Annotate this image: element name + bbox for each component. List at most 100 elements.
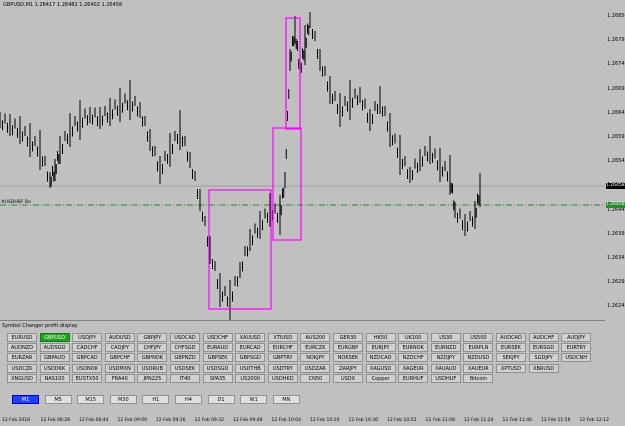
symbol-button-gbpnok[interactable]: GBPNOK (137, 353, 168, 363)
symbol-button-cadchf[interactable]: CADCHF (72, 343, 103, 353)
symbol-button-noksek[interactable]: NOKSEK (333, 353, 363, 363)
candle-chart-svg (0, 12, 605, 320)
symbol-button-zarjpy[interactable]: ZARJPY (333, 363, 363, 373)
symbol-button-gbpsek[interactable]: GBPSEK (202, 353, 233, 363)
symbol-button-usdnok[interactable]: USDNOK (72, 363, 103, 373)
timeframe-button-m5[interactable]: M5 (44, 395, 72, 404)
symbol-button-usdczk[interactable]: USDCZK (7, 363, 37, 373)
symbol-button-usdmxn[interactable]: USDMXN (104, 363, 135, 373)
symbol-button-xaueur[interactable]: XAUEUR (463, 363, 494, 373)
symbol-button-gbpjpy[interactable]: GBPJPY (137, 333, 168, 342)
symbol-button-xngusd[interactable]: XNGUSD (7, 373, 37, 383)
symbol-button-usdx[interactable]: USDX (333, 373, 363, 383)
symbol-button-spa35[interactable]: SPA35 (202, 373, 233, 383)
symbol-button-aus200[interactable]: AUS200 (300, 333, 331, 342)
symbol-button-xagusd[interactable]: XAGUSD (365, 363, 396, 373)
symbol-button-usdcad[interactable]: USDCAD (170, 333, 200, 342)
symbol-button-eurcad[interactable]: EURCAD (235, 343, 266, 353)
symbol-button-usdthb[interactable]: USDTHB (235, 363, 266, 373)
symbol-button-copper[interactable]: Copper (365, 373, 396, 383)
symbol-button-us30[interactable]: US30 (430, 333, 461, 342)
symbol-button-eurgbp[interactable]: EURGBP (333, 343, 363, 353)
symbol-button-xageur[interactable]: XAGEUR (398, 363, 429, 373)
symbol-button-sekjpy[interactable]: SEKJPY (496, 353, 526, 363)
symbol-button-xtiusd[interactable]: XTIUSD (267, 333, 298, 342)
symbol-button-usdhuf[interactable]: USDHUF (430, 373, 461, 383)
symbol-button-usdsek[interactable]: USDSEK (170, 363, 200, 373)
symbol-button-xptusd[interactable]: XPTUSD (496, 363, 526, 373)
symbol-button-bitcoin[interactable]: Bitcoin (463, 373, 494, 383)
symbol-button-nzdusd[interactable]: NZDUSD (463, 353, 494, 363)
timeframe-button-h1[interactable]: H1 (142, 395, 170, 404)
symbol-button-gbptry[interactable]: GBPTRY (267, 353, 298, 363)
symbol-button-audjpy[interactable]: AUDJPY (561, 333, 592, 342)
timeframe-button-m15[interactable]: M15 (77, 395, 105, 404)
symbol-button-chfjpy[interactable]: CHFJPY (137, 343, 168, 353)
symbol-button-uk100[interactable]: UK100 (398, 333, 429, 342)
symbol-button-nzdchf[interactable]: NZDCHF (398, 353, 429, 363)
timeframe-button-m1[interactable]: M1 (12, 395, 39, 404)
symbol-button-it40[interactable]: IT40 (170, 373, 200, 383)
symbol-button-usdhkd[interactable]: USDHKD (267, 373, 298, 383)
symbol-button-usddkk[interactable]: USDDKK (39, 363, 70, 373)
symbol-button-eurnok[interactable]: EURNOK (398, 343, 429, 353)
symbol-button-ger30[interactable]: GER30 (333, 333, 363, 342)
symbol-button-eustx50[interactable]: EUSTX50 (72, 373, 103, 383)
timeframe-button-h4[interactable]: H4 (175, 395, 202, 404)
current-price-tag: 1.26458 (606, 183, 625, 189)
symbol-button-eursek[interactable]: EURSEK (496, 343, 526, 353)
symbol-button-cn50[interactable]: CN50 (300, 373, 331, 383)
symbol-button-usdsgd[interactable]: USDSGD (202, 363, 233, 373)
symbol-button-audcad[interactable]: AUDCAD (496, 333, 526, 342)
symbol-button-eurpln[interactable]: EURPLN (463, 343, 494, 353)
symbol-button-eurczk[interactable]: EURCZK (300, 343, 331, 353)
symbol-button-usdjpy[interactable]: USDJPY (72, 333, 103, 342)
timeframe-button-d1[interactable]: D1 (207, 395, 235, 404)
symbol-button-gbpchf[interactable]: GBPCHF (104, 353, 135, 363)
symbol-button-usdtry[interactable]: USDTRY (267, 363, 298, 373)
symbol-button-audsgd[interactable]: AUDSGD (39, 343, 70, 353)
symbol-button-eurhuf[interactable]: EURHUF (398, 373, 429, 383)
symbol-button-eurnzd[interactable]: EURNZD (430, 343, 461, 353)
symbol-button-gbpaud[interactable]: GBPAUD (39, 353, 70, 363)
symbol-button-eurusd[interactable]: EURUSD (7, 333, 37, 342)
symbol-button-audusd[interactable]: AUDUSD (104, 333, 135, 342)
symbol-button-nokjpy[interactable]: NOKJPY (300, 353, 331, 363)
symbol-button-usdzar[interactable]: USDZAR (300, 363, 331, 373)
price-axis-label: 1.26595 (607, 134, 625, 140)
symbol-button-eurjpy[interactable]: EURJPY (365, 343, 396, 353)
symbol-button-cadjpy[interactable]: CADJPY (104, 343, 135, 353)
symbol-button-eurtry[interactable]: EURTRY (561, 343, 592, 353)
symbol-button-xauusd[interactable]: XAUUSD (235, 333, 266, 342)
symbol-button-us2000[interactable]: US2000 (235, 373, 266, 383)
symbol-button-xauaud[interactable]: XAUAUD (430, 363, 461, 373)
symbol-button-us500[interactable]: US500 (463, 333, 494, 342)
symbol-button-sgdjpy[interactable]: SGDJPY (528, 353, 559, 363)
symbol-button-gbpnzd[interactable]: GBPNZD (170, 353, 200, 363)
symbol-button-nzdjpy[interactable]: NZDJPY (430, 353, 461, 363)
symbol-button-nzdcad[interactable]: NZDCAD (365, 353, 396, 363)
symbol-button-usdrub[interactable]: USDRUB (137, 363, 168, 373)
symbol-button-usdcnh[interactable]: USDCNH (561, 353, 592, 363)
time-axis-label: 12 Feb 11:24 (464, 418, 494, 423)
symbol-button-fra40[interactable]: FRA40 (104, 373, 135, 383)
symbol-button-chfsgd[interactable]: CHFSGD (170, 343, 200, 353)
symbol-button-euraud[interactable]: EURAUD (202, 343, 233, 353)
symbol-button-audnzd[interactable]: AUDNZD (7, 343, 37, 353)
symbol-button-jpn225[interactable]: JPN225 (137, 373, 168, 383)
symbol-button-eursgd[interactable]: EURSGD (528, 343, 559, 353)
timeframe-button-m30[interactable]: M30 (109, 395, 137, 404)
timeframe-button-mn[interactable]: MN (272, 395, 300, 404)
symbol-button-usdchf[interactable]: USDCHF (202, 333, 233, 342)
symbol-button-eurchf[interactable]: EURCHF (267, 343, 298, 353)
symbol-button-gbpusd[interactable]: GBPUSD (39, 333, 70, 342)
timeframe-button-w1[interactable]: W1 (240, 395, 268, 404)
symbol-button-gbpsgd[interactable]: GBPSGD (235, 353, 266, 363)
symbol-button-hk50[interactable]: HK50 (365, 333, 396, 342)
symbol-button-audchf[interactable]: AUDCHF (528, 333, 559, 342)
symbol-button-nas100[interactable]: NAS100 (39, 373, 70, 383)
symbol-button-xbrusd[interactable]: XBRUSD (528, 363, 559, 373)
symbol-button-gbpcad[interactable]: GBPCAD (72, 353, 103, 363)
price-chart[interactable]: GBPUSD,M1 1.26417 1.26482 1.26402 1.2645… (0, 0, 606, 326)
symbol-button-eurzar[interactable]: EURZAR (7, 353, 37, 363)
